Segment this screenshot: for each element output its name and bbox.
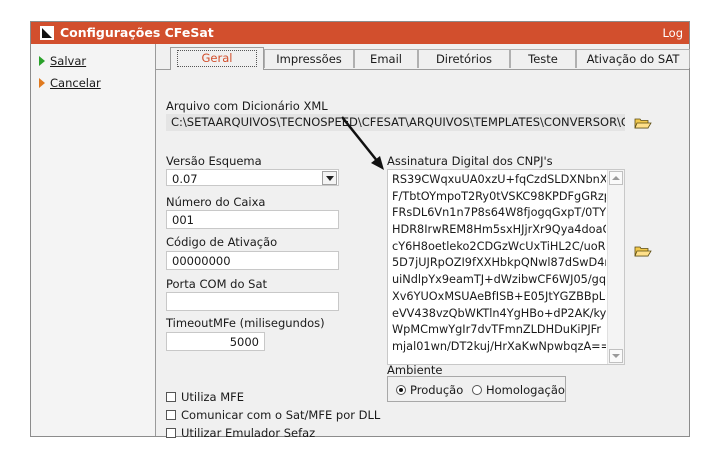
porta-com-label: Porta COM do Sat — [166, 277, 268, 291]
orange-arrow-icon — [39, 78, 45, 88]
assinatura-line: mjal01wn/DT2kuj/HrXaKwNpwbqzA== — [392, 339, 606, 353]
tab-teste[interactable]: Teste — [510, 49, 576, 68]
assinatura-line: F/TbtOYmpoT2Ry0tVSKC98KPDFgGRzpc — [392, 189, 606, 203]
assinatura-line: uiNdlpYx9eamTJ+dWzibwCF6WJ05/gq6 — [392, 273, 606, 287]
assinatura-line: HDR8IrwREM8Hm5sxHJjrXr9Qya4doaOz — [392, 223, 606, 237]
emulador-sefaz-label: Utilizar Emulador Sefaz — [181, 426, 316, 440]
arquivo-path-field[interactable]: C:\SETAARQUIVOS\TECNOSPEED\CFESAT\ARQUIV… — [166, 114, 625, 131]
salvar-label: Salvar — [50, 54, 87, 68]
checkbox-comunicar-dll[interactable]: Comunicar com o Sat/MFE por DLL — [166, 408, 380, 422]
arquivo-label: Arquivo com Dicionário XML — [166, 99, 328, 113]
checkbox-utiliza-mfe[interactable]: Utiliza MFE — [166, 390, 244, 404]
app-logo-icon — [40, 26, 54, 40]
assinatura-line: FRsDL6Vn1n7P8s64W8fjogqGxpT/0TY2+ — [392, 206, 606, 220]
assinatura-line: eVV438vzQbWKTln4YgHBo+dP2AK/ky — [392, 306, 606, 320]
window-title: Configurações CFeSat — [60, 25, 214, 40]
ambiente-label: Ambiente — [387, 363, 443, 377]
tab-impressoes[interactable]: Impressões — [264, 49, 354, 68]
radio-producao[interactable]: Produção — [396, 383, 463, 397]
tab-geral-label: Geral — [176, 50, 258, 67]
timeout-input[interactable]: 5000 — [166, 332, 265, 351]
memo-scrollbar[interactable] — [607, 170, 624, 364]
timeout-label: TimeoutMFe (milisegundos) — [166, 316, 325, 330]
scroll-up-icon[interactable] — [609, 171, 623, 185]
tab-bar: Geral Impressões Email Diretórios Teste … — [156, 47, 690, 70]
ambiente-group: Produção Homologação — [387, 376, 566, 402]
assinatura-line: 5D7jUJRpOZI9fXXHbkpQNwl87dSwD4n — [392, 256, 606, 270]
radio-unchecked-icon — [472, 385, 482, 395]
assinatura-memo[interactable]: RS39CWqxuUA0xzU+fqCzdSLDXNbnX1 F/TbtOYmpo… — [387, 169, 625, 365]
numero-caixa-label: Número do Caixa — [166, 195, 266, 209]
assinatura-line: cY6H8oetleko2CDGzWcUxTiHL2C/uoRd — [392, 239, 606, 253]
utiliza-mfe-label: Utiliza MFE — [181, 390, 245, 404]
checkbox-icon — [166, 392, 176, 402]
config-window: Configurações CFeSat Log Salvar Cancelar… — [30, 21, 690, 440]
log-link[interactable]: Log — [662, 26, 683, 40]
cancelar-label: Cancelar — [50, 76, 101, 90]
radio-checked-icon — [396, 385, 406, 395]
assinatura-line: Xv6YUOxMSUAeBfISB+E05JtYGZBBpL62 — [392, 289, 606, 303]
scroll-down-icon[interactable] — [609, 349, 623, 363]
versao-value: 0.07 — [172, 172, 198, 186]
tab-ativacao-sat[interactable]: Ativação do SAT — [576, 49, 690, 68]
checkbox-icon — [166, 410, 176, 420]
codigo-ativacao-label: Código de Ativação — [166, 235, 278, 249]
open-folder-icon[interactable] — [634, 116, 652, 130]
comunicar-dll-label: Comunicar com o Sat/MFE por DLL — [181, 408, 381, 422]
homologacao-label: Homologação — [486, 383, 565, 397]
green-arrow-icon — [39, 56, 45, 66]
tab-diretorios[interactable]: Diretórios — [418, 49, 510, 68]
versao-label: Versão Esquema — [166, 154, 262, 168]
chevron-down-icon[interactable] — [322, 171, 337, 185]
assinatura-line: WpMCmwYgIr7dvTFmnZLDHDuKiPJFr — [392, 323, 601, 337]
assinatura-text: RS39CWqxuUA0xzU+fqCzdSLDXNbnX1 F/TbtOYmpo… — [392, 172, 606, 356]
numero-caixa-input[interactable]: 001 — [166, 210, 339, 229]
sidebar: Salvar Cancelar — [31, 44, 156, 436]
title-bar: Configurações CFeSat Log — [31, 22, 689, 44]
assinatura-label: Assinatura Digital dos CNPJ's — [387, 154, 553, 168]
tab-geral[interactable]: Geral — [170, 47, 264, 70]
codigo-ativacao-input[interactable]: 00000000 — [166, 251, 339, 270]
assinatura-line: RS39CWqxuUA0xzU+fqCzdSLDXNbnX1 — [392, 173, 606, 186]
checkbox-icon — [166, 428, 176, 438]
sidebar-item-cancelar[interactable]: Cancelar — [39, 75, 101, 91]
porta-com-input[interactable] — [166, 292, 339, 311]
tab-email[interactable]: Email — [354, 49, 418, 68]
main-panel: Geral Impressões Email Diretórios Teste … — [156, 44, 690, 440]
checkbox-emulador-sefaz[interactable]: Utilizar Emulador Sefaz — [166, 426, 315, 440]
producao-label: Produção — [410, 383, 464, 397]
versao-select[interactable]: 0.07 — [166, 169, 339, 186]
radio-homologacao[interactable]: Homologação — [472, 383, 565, 397]
sidebar-item-salvar[interactable]: Salvar — [39, 53, 86, 69]
open-folder-icon[interactable] — [634, 244, 652, 258]
